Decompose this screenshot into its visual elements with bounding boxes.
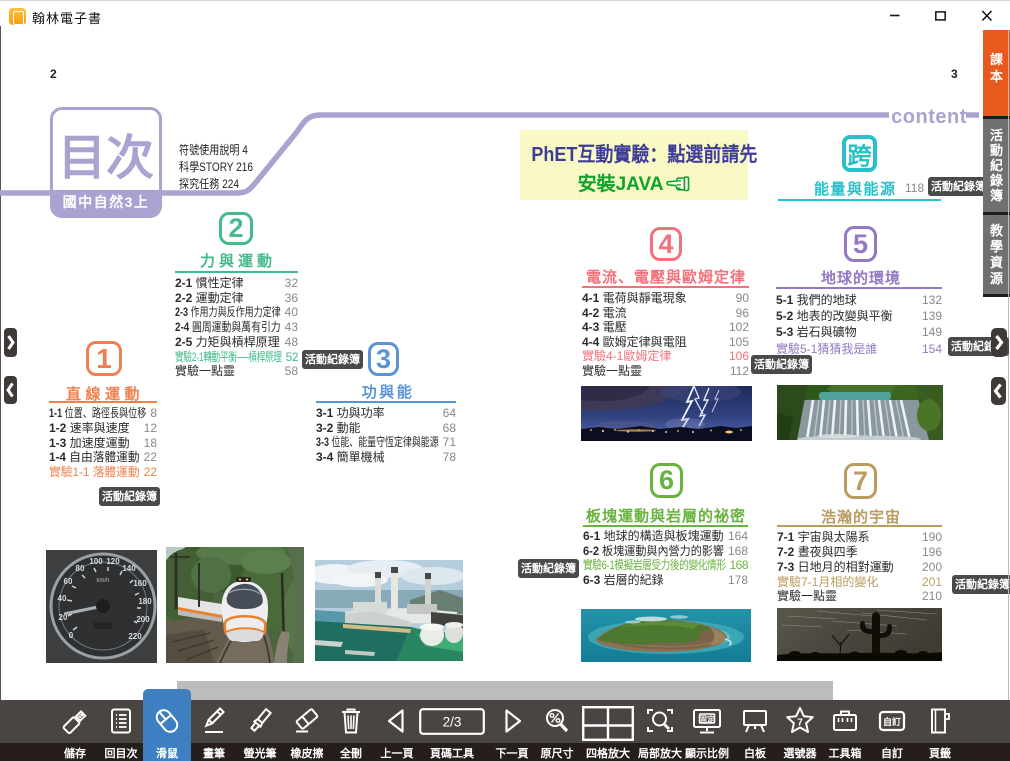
svg-text:220: 220 <box>128 632 142 641</box>
svg-text:固定: 固定 <box>699 714 715 724</box>
svg-text:40: 40 <box>58 594 67 603</box>
svg-text:content: content <box>891 106 967 128</box>
svg-text:km/h: km/h <box>96 578 109 584</box>
svg-text:140: 140 <box>122 564 136 573</box>
svg-text:0: 0 <box>69 631 74 640</box>
svg-text:120: 120 <box>106 557 120 566</box>
svg-text:自訂: 自訂 <box>883 716 901 727</box>
svg-text:200: 200 <box>136 615 150 624</box>
svg-text:60: 60 <box>64 577 73 586</box>
svg-text:80: 80 <box>76 564 85 573</box>
svg-text:160: 160 <box>133 579 147 588</box>
svg-text:180: 180 <box>138 597 152 606</box>
svg-text:2/3: 2/3 <box>443 715 462 730</box>
svg-text:100: 100 <box>89 557 103 566</box>
svg-text:7: 7 <box>797 718 803 729</box>
